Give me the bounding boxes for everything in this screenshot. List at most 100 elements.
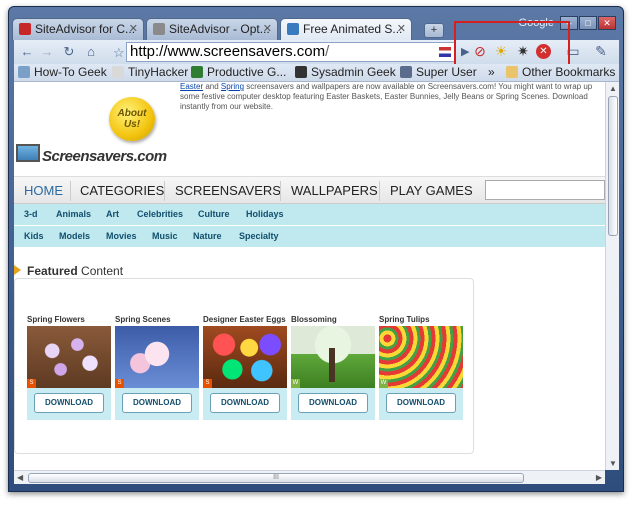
card-thumbnail[interactable]: W: [291, 326, 375, 388]
page-favicon-icon: [153, 23, 165, 35]
subnav-movies[interactable]: Movies: [106, 231, 137, 241]
wrench-icon[interactable]: ✎: [592, 42, 610, 60]
url-prefix: http://: [130, 43, 168, 60]
folder-icon: [506, 66, 518, 78]
url-host: www.screensavers.com: [167, 43, 326, 60]
card-title: Designer Easter Eggs: [203, 315, 286, 324]
other-bookmarks[interactable]: Other Bookmarks: [506, 65, 615, 79]
card-spring-flowers: Spring Flowers S DOWNLOAD: [27, 315, 111, 420]
horizontal-scrollbar[interactable]: ◀ III ▶: [14, 470, 605, 484]
subnav-celebrities[interactable]: Celebrities: [137, 209, 183, 219]
nav-home[interactable]: HOME: [24, 183, 63, 198]
bookmarks-bar: How-To Geek TinyHacker Productive G... S…: [14, 64, 619, 82]
bookmark-super-user[interactable]: Super User: [400, 65, 477, 79]
back-icon[interactable]: ←: [18, 43, 36, 61]
scroll-left-icon[interactable]: ◀: [17, 473, 23, 482]
subnav-3d[interactable]: 3-d: [24, 209, 38, 219]
tab-siteadvisor[interactable]: SiteAdvisor for C... ✕: [12, 18, 144, 40]
spring-link[interactable]: Spring: [221, 82, 244, 91]
scroll-right-icon[interactable]: ▶: [596, 473, 602, 482]
subnav-holidays[interactable]: Holidays: [246, 209, 284, 219]
tab-screensavers[interactable]: Free Animated S... ✕: [280, 18, 412, 41]
featured-heading: Featured Content: [14, 264, 123, 278]
web-page: About Us! Screensavers.com Easter and Sp…: [14, 82, 605, 470]
scroll-up-icon[interactable]: ▲: [609, 84, 617, 93]
bookmark-how-to-geek[interactable]: How-To Geek: [18, 65, 107, 79]
other-bookmarks-label: Other Bookmarks: [522, 65, 616, 79]
home-icon[interactable]: ⌂: [82, 43, 100, 61]
download-area: DOWNLOAD: [115, 388, 199, 420]
download-button[interactable]: DOWNLOAD: [386, 393, 456, 413]
card-title: Spring Tulips: [379, 315, 430, 324]
card-thumbnail[interactable]: S: [115, 326, 199, 388]
site-logo[interactable]: About Us! Screensavers.com: [14, 82, 167, 172]
tab-siteadvisor-options[interactable]: SiteAdvisor - Opt... ✕: [146, 18, 278, 40]
vertical-scrollbar[interactable]: ▲ ▼: [605, 82, 619, 470]
subnav-specialty[interactable]: Specialty: [239, 231, 279, 241]
new-tab-button[interactable]: +: [424, 23, 444, 38]
bookmark-label: Productive G...: [207, 65, 287, 79]
about-us-badge[interactable]: About Us!: [109, 97, 155, 141]
featured-bold: Featured: [27, 264, 78, 278]
site-search-input[interactable]: [485, 180, 605, 200]
bookmark-sysadmin-geek[interactable]: Sysadmin Geek: [295, 65, 396, 79]
download-button[interactable]: DOWNLOAD: [34, 393, 104, 413]
forward-icon[interactable]: →: [38, 43, 56, 61]
monitor-icon: [16, 144, 40, 162]
horizontal-scroll-thumb[interactable]: III: [28, 473, 524, 483]
bookmark-tinyhacker[interactable]: TinyHacker: [112, 65, 188, 79]
subnav-kids[interactable]: Kids: [24, 231, 44, 241]
flag-icon: [439, 47, 451, 57]
subnav-nature[interactable]: Nature: [193, 231, 222, 241]
bookmarks-overflow-button[interactable]: »: [488, 65, 495, 79]
subnav-animals[interactable]: Animals: [56, 209, 91, 219]
nav-wallpapers[interactable]: WALLPAPERS: [291, 183, 378, 198]
tab-title: SiteAdvisor - Opt...: [169, 22, 270, 36]
close-window-button[interactable]: ✕: [598, 16, 616, 30]
easter-link[interactable]: Easter: [180, 82, 203, 91]
featured-marker-icon: [14, 265, 21, 275]
download-area: DOWNLOAD: [203, 388, 287, 420]
nav-divider: [379, 181, 380, 201]
card-spring-scenes: Spring Scenes S DOWNLOAD: [115, 315, 199, 420]
close-icon[interactable]: ✕: [129, 22, 138, 35]
logo-text: Screensavers.com: [42, 148, 167, 165]
bookmark-label: TinyHacker: [128, 65, 189, 79]
tab-title: SiteAdvisor for C...: [35, 22, 136, 36]
download-button[interactable]: DOWNLOAD: [298, 393, 368, 413]
reload-icon[interactable]: ↻: [60, 43, 78, 61]
subnav-row-2: Kids Models Movies Music Nature Specialt…: [14, 226, 605, 248]
subnav-culture[interactable]: Culture: [198, 209, 230, 219]
card-thumbnail[interactable]: S: [27, 326, 111, 388]
wallpaper-badge: W: [379, 379, 388, 388]
download-button[interactable]: DOWNLOAD: [210, 393, 280, 413]
scroll-down-icon[interactable]: ▼: [609, 459, 617, 468]
tab-title: Free Animated S...: [303, 22, 403, 36]
download-button[interactable]: DOWNLOAD: [122, 393, 192, 413]
productivegeek-icon: [191, 66, 203, 78]
subnav-art[interactable]: Art: [106, 209, 119, 219]
bookmark-star-icon[interactable]: ☆: [113, 44, 125, 62]
nav-screensavers[interactable]: SCREENSAVERS: [175, 183, 281, 198]
close-icon[interactable]: ✕: [397, 22, 406, 35]
card-designer-easter-eggs: Designer Easter Eggs S DOWNLOAD: [203, 315, 287, 420]
maximize-button[interactable]: □: [579, 16, 597, 30]
download-area: DOWNLOAD: [27, 388, 111, 420]
subnav-music[interactable]: Music: [152, 231, 178, 241]
screensaver-badge: S: [27, 379, 36, 388]
close-icon[interactable]: ✕: [263, 22, 272, 35]
card-spring-tulips: Spring Tulips W DOWNLOAD: [379, 315, 463, 420]
address-bar[interactable]: ☆ http://www.screensavers.com/: [113, 42, 456, 62]
bookmark-productive-geek[interactable]: Productive G...: [191, 65, 286, 79]
nav-categories[interactable]: CATEGORIES: [80, 183, 164, 198]
card-thumbnail[interactable]: S: [203, 326, 287, 388]
nav-play-games[interactable]: PLAY GAMES: [390, 183, 473, 198]
screensaver-badge: S: [115, 379, 124, 388]
tree-trunk: [329, 348, 335, 382]
nav-divider: [280, 181, 281, 201]
subnav-models[interactable]: Models: [59, 231, 90, 241]
vertical-scroll-thumb[interactable]: [608, 96, 618, 236]
card-thumbnail[interactable]: W: [379, 326, 463, 388]
download-area: DOWNLOAD: [291, 388, 375, 420]
promo-text: Easter and Spring screensavers and wallp…: [180, 82, 605, 112]
